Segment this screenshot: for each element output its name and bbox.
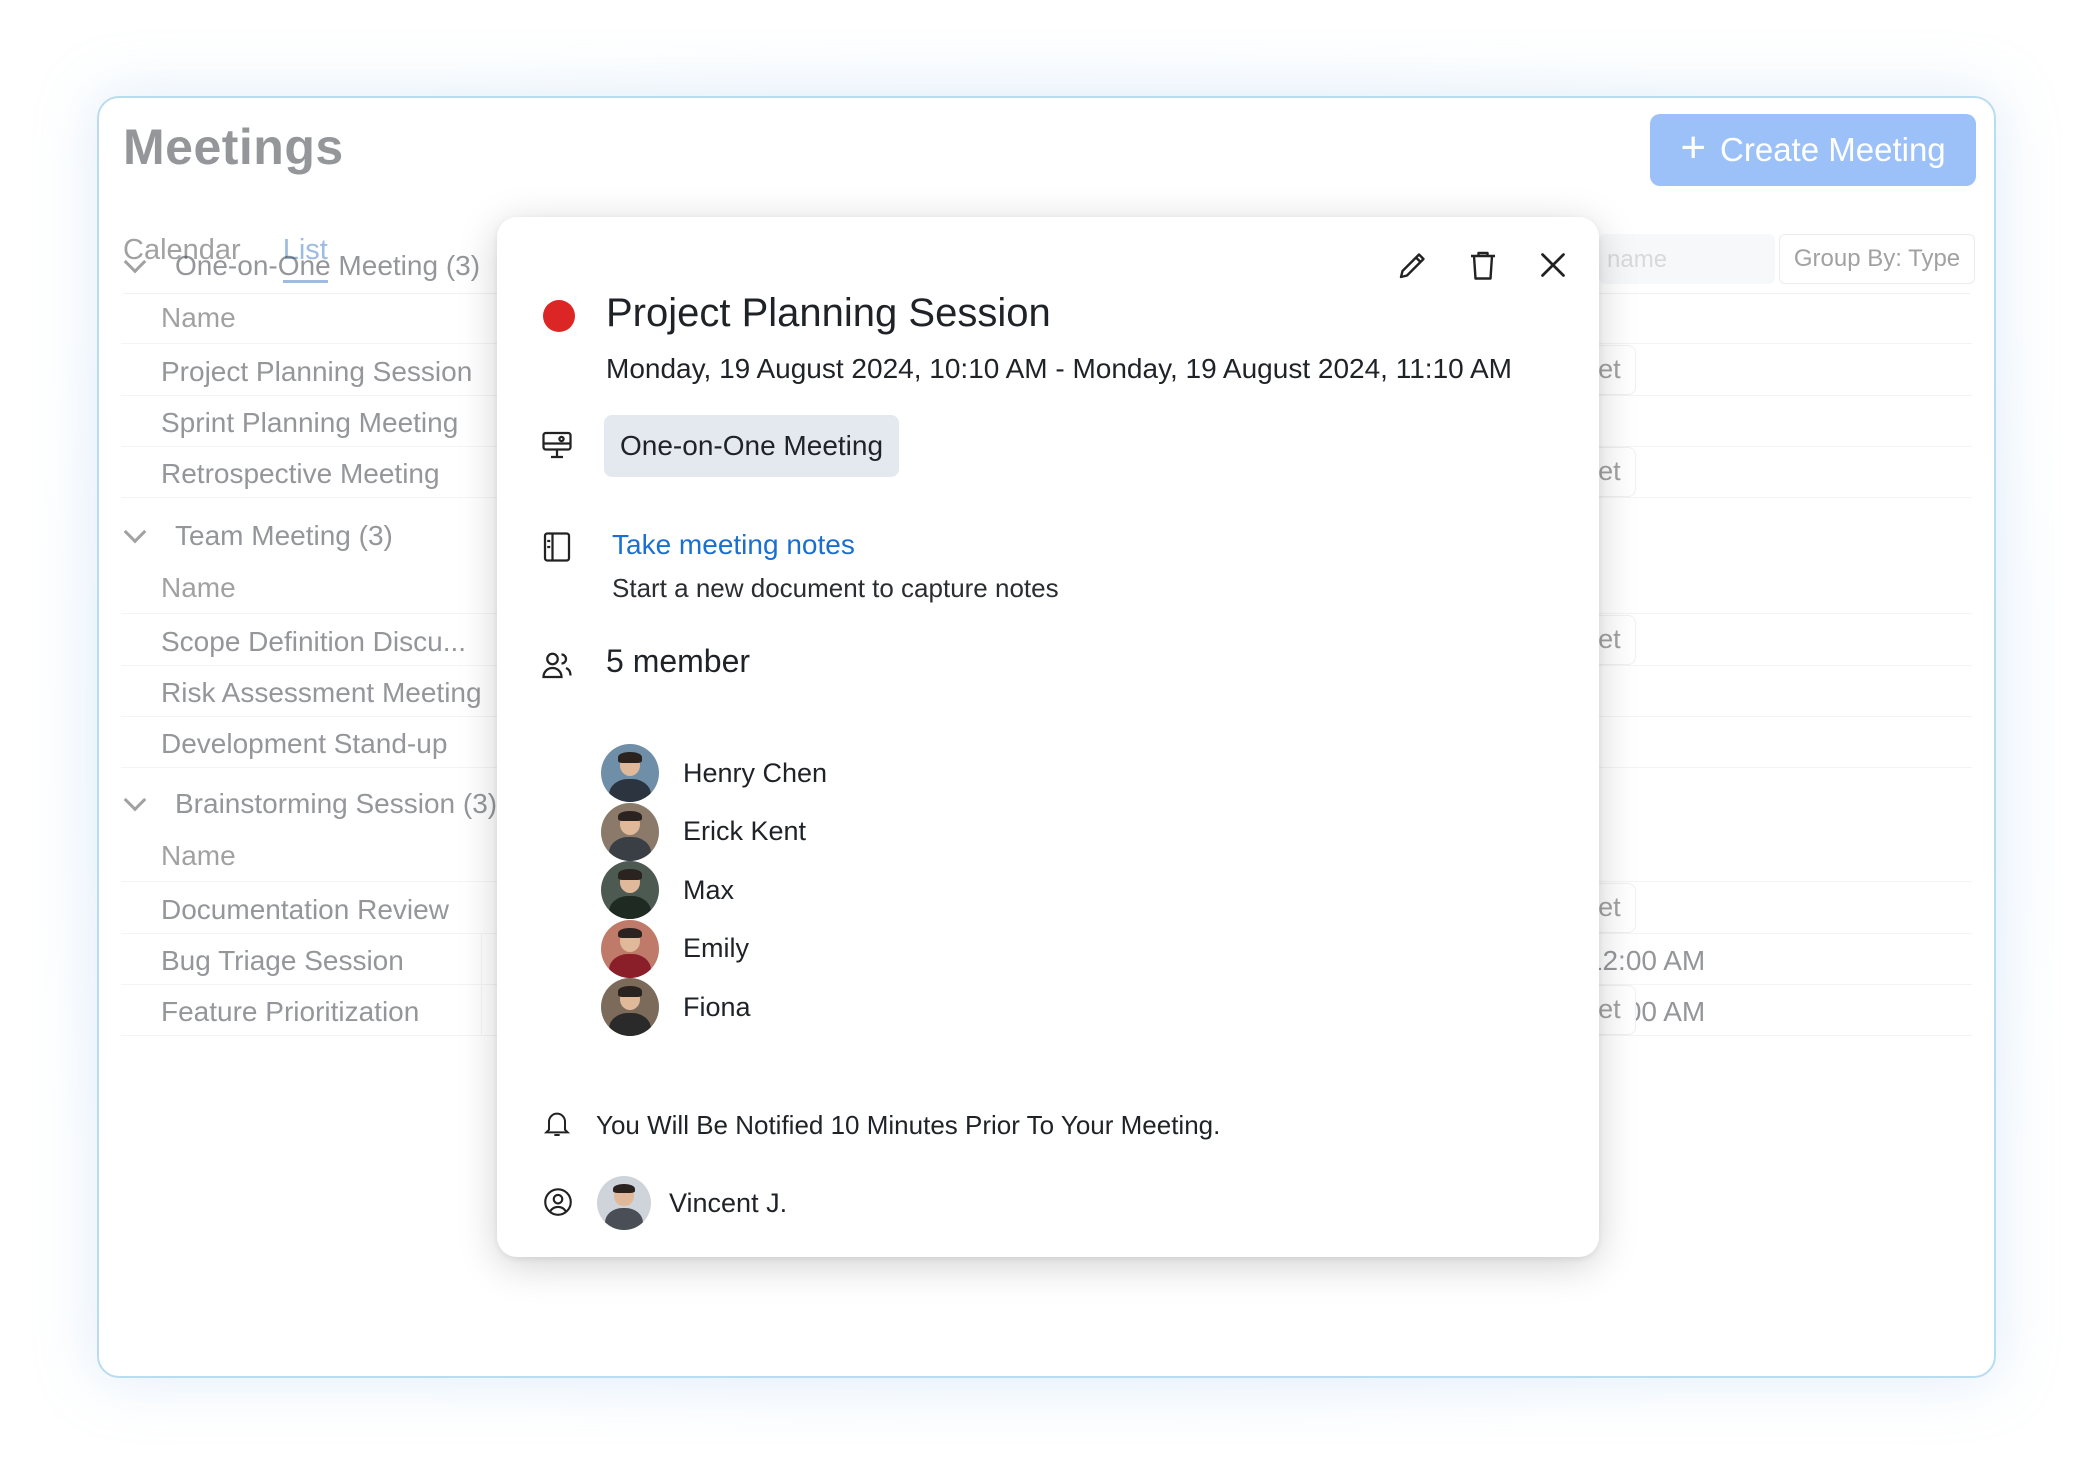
member-name: Emily	[683, 933, 749, 963]
close-icon[interactable]	[1535, 247, 1571, 283]
group-label: One-on-One Meeting (3)	[175, 250, 481, 281]
column-header-name: Name	[161, 840, 236, 871]
meeting-name: Development Stand-up	[161, 728, 448, 759]
group-header[interactable]: Team Meeting (3)	[121, 520, 393, 552]
column-divider	[481, 984, 482, 1035]
owner-avatar	[597, 1176, 651, 1230]
chevron-down-icon	[123, 520, 147, 544]
meeting-name: Documentation Review	[161, 894, 449, 925]
presentation-icon	[542, 431, 572, 459]
member-avatar	[601, 978, 659, 1036]
notebook-icon	[543, 532, 571, 562]
meeting-name: Risk Assessment Meeting	[161, 677, 482, 708]
column-header-name: Name	[161, 302, 236, 333]
member-name: Fiona	[683, 991, 751, 1022]
chevron-down-icon	[123, 788, 147, 812]
member-item: Max	[601, 861, 734, 919]
meeting-date-range: Monday, 19 August 2024, 10:10 AM - Monda…	[606, 353, 1512, 384]
meeting-name: Bug Triage Session	[161, 945, 404, 976]
meeting-name: Scope Definition Discu...	[161, 626, 467, 657]
member-item: Erick Kent	[601, 802, 807, 861]
member-count: 5 member	[606, 643, 751, 679]
group-header[interactable]: One-on-One Meeting (3)	[121, 250, 480, 282]
member-item: Fiona	[601, 978, 751, 1036]
owner-name: Vincent J.	[669, 1187, 788, 1218]
meeting-name: Project Planning Session	[161, 356, 473, 387]
group-label: Team Meeting (3)	[175, 520, 393, 551]
member-avatar	[601, 919, 659, 978]
trash-icon[interactable]	[1465, 247, 1501, 283]
bell-icon	[543, 1112, 571, 1136]
group-header[interactable]: Brainstorming Session (3)	[121, 788, 497, 820]
member-item: Henry Chen	[601, 744, 827, 802]
meeting-name: Retrospective Meeting	[161, 458, 440, 489]
meeting-title: Project Planning Session	[606, 291, 1051, 335]
user-circle-icon	[544, 1188, 572, 1216]
pencil-icon[interactable]	[1395, 247, 1431, 283]
member-name: Henry Chen	[683, 757, 828, 788]
notification-text: You Will Be Notified 10 Minutes Prior To…	[596, 1110, 1221, 1140]
member-avatar	[601, 861, 659, 919]
member-name: Max	[683, 874, 735, 905]
notes-description: Start a new document to capture notes	[612, 573, 1059, 603]
users-icon	[542, 652, 572, 679]
meeting-name: Sprint Planning Meeting	[161, 407, 459, 438]
group-label: Brainstorming Session (3)	[175, 788, 498, 819]
column-header-name: Name	[161, 572, 236, 603]
take-notes-link[interactable]: Take meeting notes	[612, 529, 855, 561]
member-name: Erick Kent	[683, 816, 807, 846]
member-avatar	[601, 744, 659, 802]
meeting-type-chip: One-on-One Meeting	[604, 415, 900, 477]
member-avatar	[601, 802, 659, 861]
meeting-owner: Vincent J.	[597, 1176, 787, 1230]
modal-actions	[1395, 247, 1571, 283]
chevron-down-icon	[123, 250, 147, 274]
column-divider	[481, 933, 482, 984]
meeting-detail-modal: Project Planning Session Monday, 19 Augu…	[497, 217, 1599, 1257]
status-dot	[543, 300, 575, 332]
meeting-name: Feature Prioritization	[161, 996, 420, 1027]
member-item: Emily	[601, 919, 749, 978]
